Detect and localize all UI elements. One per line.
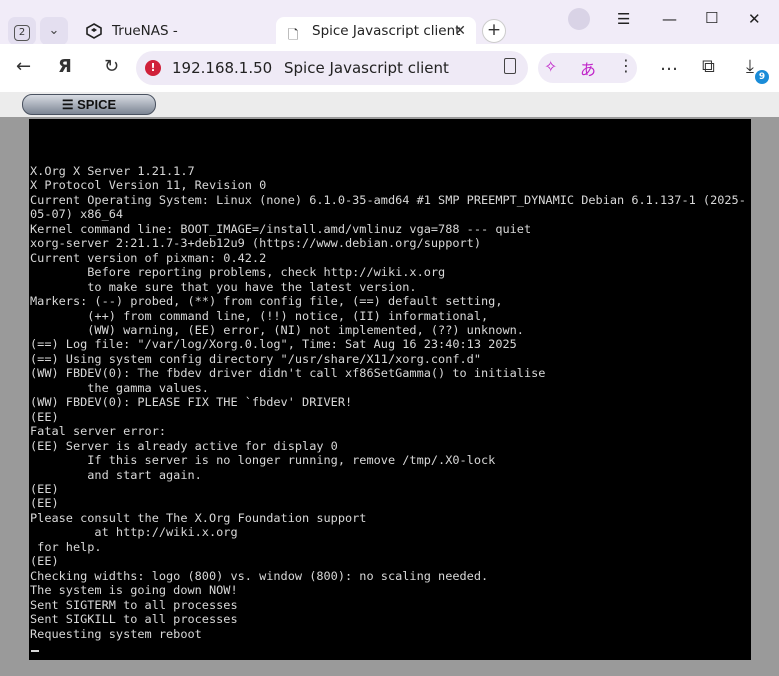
spice-toolbar: ☰ SPICE <box>0 92 779 117</box>
tab-truenas[interactable]: TrueNAS - 192.168.1.50 <box>82 17 270 67</box>
spice-page: ☰ SPICE X.Org X Server 1.21.1.7 X Protoc… <box>0 92 779 676</box>
profile-avatar[interactable] <box>568 8 590 30</box>
maximize-icon[interactable]: ☐ <box>705 9 718 27</box>
tab-count-button[interactable]: 2 <box>8 17 36 45</box>
menu-icon[interactable]: ☰ <box>617 10 630 28</box>
tab-label: Spice Javascript client <box>312 23 461 39</box>
address-bar[interactable]: ! 192.168.1.50 Spice Javascript client <box>136 51 528 85</box>
close-window-icon[interactable]: ✕ <box>748 10 761 28</box>
navigation-bar: ← Я ↻ ! 192.168.1.50 Spice Javascript cl… <box>0 44 779 92</box>
truenas-logo-icon <box>86 23 102 39</box>
tab-list-chevron-icon[interactable]: ⌄ <box>40 17 68 45</box>
collections-icon[interactable]: ⧉ <box>702 56 715 77</box>
close-tab-icon[interactable]: ✕ <box>454 17 466 45</box>
address-host: 192.168.1.50 <box>172 59 273 77</box>
back-icon[interactable]: ← <box>16 56 31 77</box>
tab-spice-client[interactable]: 🗋 Spice Javascript client ✕ <box>276 17 476 44</box>
downloads-badge: 9 <box>755 70 769 84</box>
translate-icon[interactable]: あ <box>580 56 596 80</box>
spice-menu-button[interactable]: ☰ SPICE <box>22 94 156 115</box>
tab-count: 2 <box>14 25 30 41</box>
downloads-icon[interactable]: ⤓ <box>746 56 754 77</box>
address-page-title: Spice Javascript client <box>284 59 449 77</box>
bookmark-icon[interactable] <box>504 58 516 74</box>
reload-icon[interactable]: ↻ <box>104 56 119 77</box>
minimize-icon[interactable]: — <box>662 10 677 28</box>
not-secure-icon[interactable]: ! <box>145 60 161 76</box>
browser-window: 2 ⌄ TrueNAS - 192.168.1.50 🗋 Spice Javas… <box>0 0 779 676</box>
tab-strip: 2 ⌄ TrueNAS - 192.168.1.50 🗋 Spice Javas… <box>0 0 779 67</box>
extension-group: ✧ あ ⋮ <box>538 53 637 83</box>
console-output: X.Org X Server 1.21.1.7 X Protocol Versi… <box>30 164 746 641</box>
new-tab-button[interactable]: + <box>482 19 506 43</box>
overflow-icon[interactable]: … <box>660 54 678 75</box>
more-icon[interactable]: ⋮ <box>618 56 634 75</box>
vm-console[interactable]: X.Org X Server 1.21.1.7 X Protocol Versi… <box>29 119 751 660</box>
text-cursor <box>31 650 39 652</box>
yandex-icon[interactable]: Я <box>58 56 72 77</box>
assistant-icon[interactable]: ✧ <box>544 57 557 76</box>
